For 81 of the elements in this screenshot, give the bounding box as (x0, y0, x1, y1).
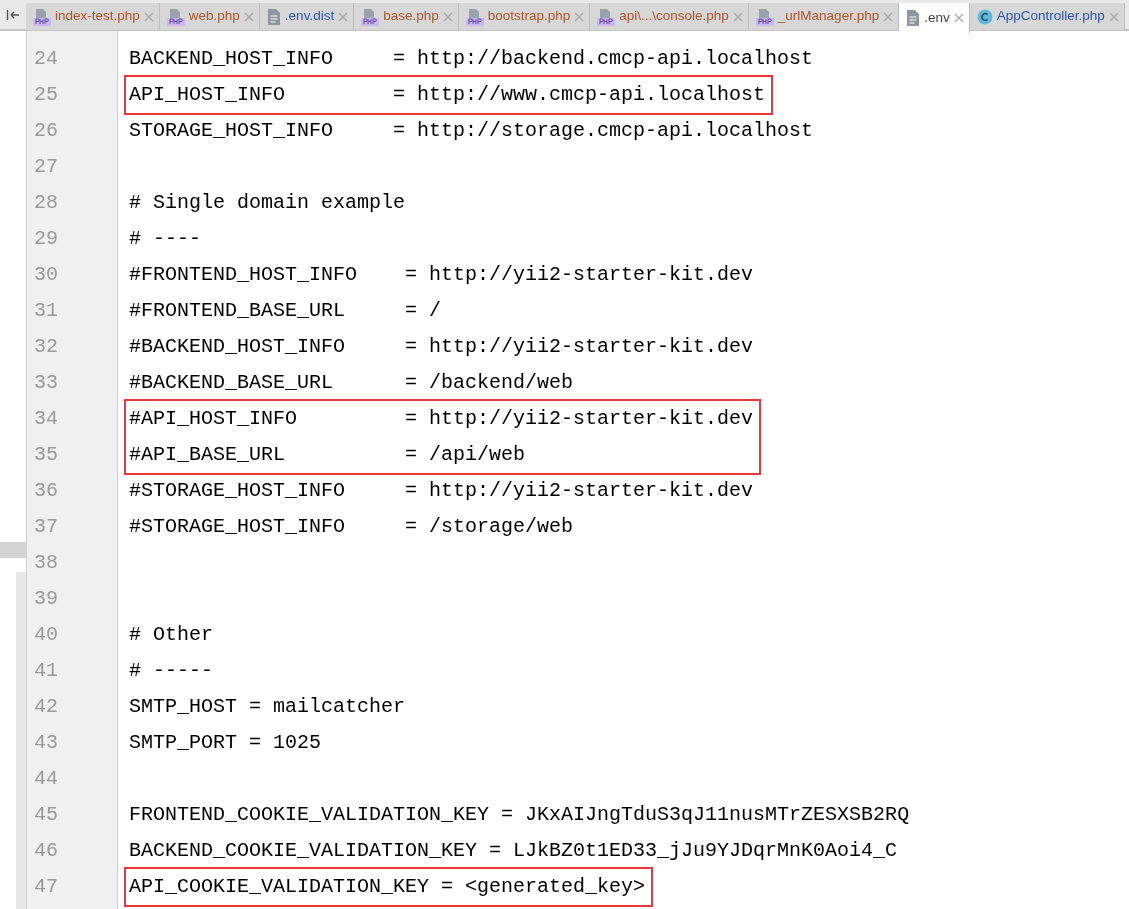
php-file-icon (755, 7, 774, 26)
code-line: BACKEND_COOKIE_VALIDATION_KEY = LJkBZ0t1ED33_jJu9YJDqrMnK0Aoi4_C (129, 838, 898, 864)
code-line: SMTP_HOST = mailcatcher (129, 694, 406, 720)
code-line: STORAGE_HOST_INFO = http://storage.cmcp-api.localhost (129, 118, 814, 144)
code-line: # ----- (129, 658, 213, 684)
code-line: API_HOST_INFO = http://www.cmcp-api.localhost (129, 82, 766, 108)
line-number: 25 (34, 82, 58, 108)
file-tab[interactable]: index-test.php (26, 3, 160, 30)
close-icon[interactable] (1108, 11, 1119, 22)
line-number: 41 (34, 658, 58, 684)
line-number: 43 (34, 730, 58, 756)
line-number: 35 (34, 442, 58, 468)
close-icon[interactable] (732, 11, 743, 22)
code-line: # Other (129, 622, 213, 648)
file-tab[interactable]: .env (899, 3, 970, 33)
code-line: #BACKEND_BASE_URL = /backend/web (129, 370, 574, 396)
close-icon[interactable] (574, 11, 585, 22)
line-number: 36 (34, 478, 58, 504)
close-icon[interactable] (243, 11, 254, 22)
tab-label: _urlManager.php (777, 7, 880, 26)
close-icon[interactable] (883, 11, 894, 22)
class-icon (976, 8, 993, 25)
line-number: 46 (34, 838, 58, 864)
code-line: #FRONTEND_BASE_URL = / (129, 298, 442, 324)
line-number: 37 (34, 514, 58, 540)
line-number: 30 (34, 262, 58, 288)
tab-label: api\...\console.php (619, 7, 729, 26)
text-file-icon (266, 7, 281, 26)
php-file-icon (361, 7, 380, 26)
line-number: 29 (34, 226, 58, 252)
php-file-icon (465, 7, 484, 26)
file-tab[interactable]: base.php (354, 3, 459, 30)
line-number: 40 (34, 622, 58, 648)
code-line: #STORAGE_HOST_INFO = /storage/web (129, 514, 574, 540)
code-line: API_COOKIE_VALIDATION_KEY = <generated_key> (129, 874, 646, 900)
line-number: 32 (34, 334, 58, 360)
file-tab[interactable]: AppController.php (969, 3, 1125, 30)
line-number: 39 (34, 586, 58, 612)
line-number: 42 (34, 694, 58, 720)
line-number: 34 (34, 406, 58, 432)
code-line: FRONTEND_COOKIE_VALIDATION_KEY = JKxAIJngTduS3qJ11nusMTrZESXSB2RQ (129, 802, 910, 828)
close-icon[interactable] (143, 11, 154, 22)
php-file-icon (33, 7, 51, 26)
close-icon[interactable] (442, 11, 453, 22)
line-number: 26 (34, 118, 58, 144)
code-line: # Single domain example (129, 190, 406, 216)
tab-label: AppController.php (996, 7, 1105, 26)
line-number: 28 (34, 190, 58, 216)
code-line: BACKEND_HOST_INFO = http://backend.cmcp-api.localhost (129, 46, 814, 72)
tab-label: web.php (188, 7, 240, 26)
file-tab[interactable]: api\...\console.php (590, 3, 749, 30)
line-number: 24 (34, 46, 58, 72)
text-file-icon (906, 9, 921, 27)
php-file-icon (597, 7, 616, 26)
tab-label: index-test.php (55, 7, 140, 26)
code-line: #FRONTEND_HOST_INFO = http://yii2-starter-kit.dev (129, 262, 754, 288)
code-line: #API_HOST_INFO = http://yii2-starter-kit.dev (129, 406, 754, 432)
code-line: #API_BASE_URL = /api/web (129, 442, 526, 468)
line-number: 38 (34, 550, 58, 576)
line-number: 33 (34, 370, 58, 396)
line-number: 44 (34, 766, 58, 792)
line-number: 45 (34, 802, 58, 828)
tab-label: bootstrap.php (487, 7, 571, 26)
code-line: SMTP_PORT = 1025 (129, 730, 322, 756)
file-tab[interactable]: bootstrap.php (458, 3, 591, 30)
file-tab[interactable]: web.php (159, 3, 260, 30)
line-number: 47 (34, 874, 58, 900)
tab-label: .env (924, 8, 950, 27)
tab-label: .env.dist (284, 7, 335, 26)
code-line: #BACKEND_HOST_INFO = http://yii2-starter-kit.dev (129, 334, 754, 360)
code-line: # ---- (129, 226, 201, 252)
close-icon[interactable] (338, 11, 349, 22)
code-line: #STORAGE_HOST_INFO = http://yii2-starter-kit.dev (129, 478, 754, 504)
line-number: 27 (34, 154, 58, 180)
file-tab[interactable]: .env.dist (259, 3, 355, 30)
file-tab[interactable]: _urlManager.php (748, 3, 900, 30)
php-file-icon (166, 7, 185, 26)
pin-toolbar-icon[interactable] (6, 8, 20, 21)
line-number: 31 (34, 298, 58, 324)
tab-label: base.php (383, 7, 439, 26)
close-icon[interactable] (953, 13, 964, 23)
